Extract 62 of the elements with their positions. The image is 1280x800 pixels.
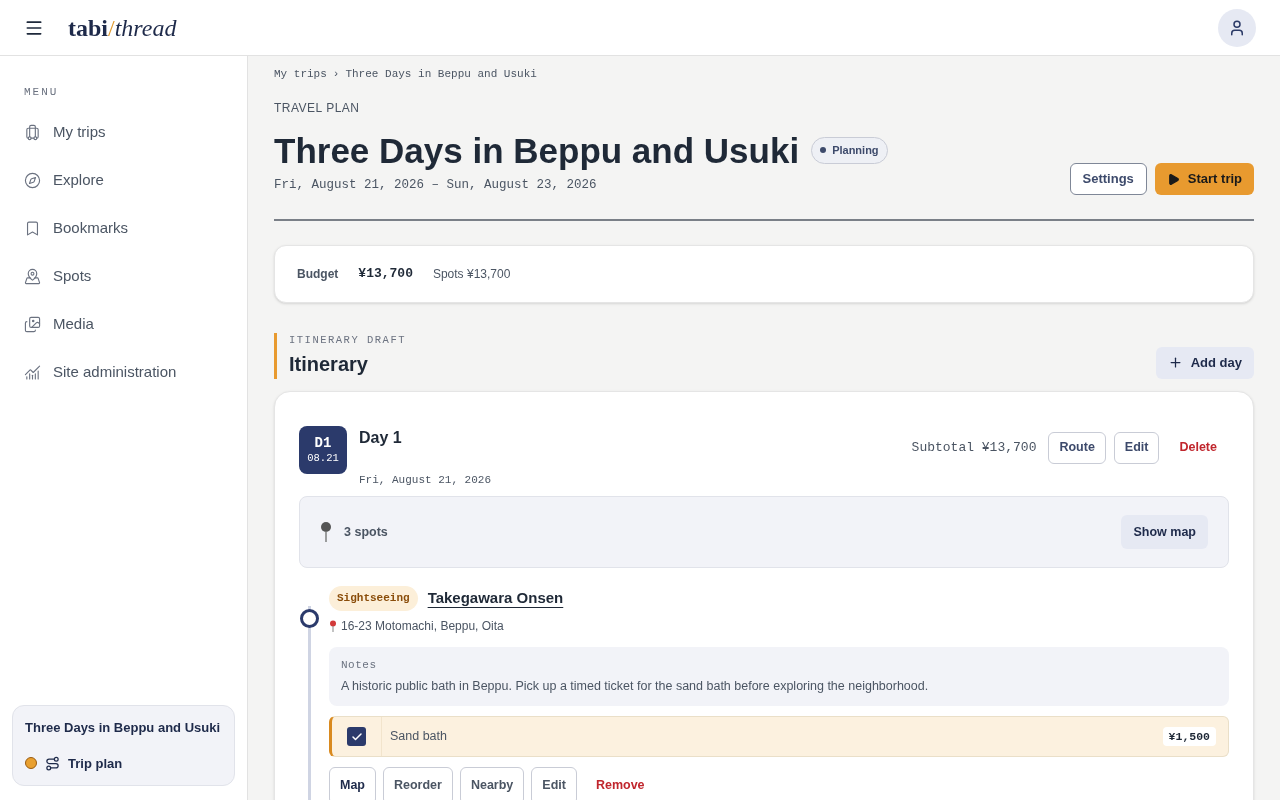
nav-icon xyxy=(24,172,41,189)
day-title: Day 1 xyxy=(359,427,403,448)
spot-action-button[interactable]: Edit xyxy=(531,767,577,800)
logo[interactable]: tabi/thread xyxy=(68,9,177,46)
sidebar-item[interactable]: Explore xyxy=(12,156,235,205)
remove-button[interactable]: Remove xyxy=(583,767,657,800)
trip-dates: Fri, August 21, 2026 – Sun, August 23, 2026 xyxy=(274,177,598,195)
status-badge: Planning xyxy=(811,137,888,164)
breadcrumb-link[interactable]: My trips xyxy=(274,66,327,83)
nav-icon xyxy=(24,220,41,237)
spots-count: 3 spots xyxy=(344,523,388,541)
notes-label: Notes xyxy=(341,657,378,673)
spot-name-link[interactable]: Takegawara Onsen xyxy=(427,587,564,610)
settings-button[interactable]: Settings xyxy=(1069,163,1147,195)
option-price: ¥1,500 xyxy=(1162,726,1216,747)
category-tag: Sightseeing xyxy=(329,586,418,611)
spot-address: 16-23 Motomachi, Beppu, Oita xyxy=(341,617,504,635)
day-action-button[interactable]: Route xyxy=(1048,431,1106,464)
sidebar-item[interactable]: Media xyxy=(12,300,235,349)
plus-icon xyxy=(1167,355,1183,371)
section-eyebrow: ITINERARY DRAFT xyxy=(289,333,406,348)
avatar-button[interactable] xyxy=(1218,8,1256,47)
page-title: Three Days in Beppu and Usuki xyxy=(274,129,800,172)
spot-action-button[interactable]: Nearby xyxy=(459,767,525,800)
notes-text: A historic public bath in Beppu. Pick up a timed ticket for the sand bath before exploring the neighborhood. xyxy=(341,678,930,696)
option-label: Sand bath xyxy=(390,728,447,746)
breadcrumb-current: Three Days in Beppu and Usuki xyxy=(345,67,537,82)
show-map-button[interactable]: Show map xyxy=(1121,515,1208,550)
play-icon xyxy=(1166,172,1180,186)
trip-name: Three Days in Beppu and Usuki xyxy=(25,719,222,737)
trip-plan-link[interactable]: Trip plan xyxy=(68,753,123,773)
budget-detail: Spots ¥13,700 xyxy=(432,266,511,283)
day-date: Fri, August 21, 2026 xyxy=(359,472,492,488)
nav-icon xyxy=(24,364,41,381)
page-eyebrow: TRAVEL PLAN xyxy=(274,99,361,117)
nav-icon xyxy=(24,124,41,141)
nav-icon xyxy=(24,268,41,285)
timeline-node xyxy=(300,609,319,629)
budget-total: ¥13,700 xyxy=(358,265,413,284)
day-badge: D1 08.21 xyxy=(299,425,347,474)
sidebar-item[interactable]: Bookmarks xyxy=(12,204,235,253)
pushpin-icon xyxy=(320,522,332,543)
delete-button[interactable]: Delete xyxy=(1167,431,1229,464)
menu-heading: MENU xyxy=(24,85,60,100)
section-title: Itinerary xyxy=(289,351,369,377)
day-subtotal: Subtotal ¥13,700 xyxy=(911,439,1037,457)
day-action-button[interactable]: Edit xyxy=(1113,431,1160,464)
option-checkbox[interactable] xyxy=(347,727,366,746)
start-trip-button[interactable]: Start trip xyxy=(1154,163,1254,195)
budget-label: Budget xyxy=(297,266,339,283)
sidebar-item[interactable]: My trips xyxy=(12,108,235,157)
sidebar-item[interactable]: Site administration xyxy=(12,348,235,397)
spot-action-button[interactable]: Map xyxy=(329,767,376,800)
add-day-button[interactable]: Add day xyxy=(1155,346,1254,379)
check-icon xyxy=(350,730,363,743)
user-icon xyxy=(1228,18,1246,37)
route-icon xyxy=(45,755,60,771)
map-pin-icon xyxy=(329,619,337,632)
sidebar-item[interactable]: Spots xyxy=(12,252,235,301)
nav-icon xyxy=(24,316,41,333)
spot-action-button[interactable]: Reorder xyxy=(383,767,453,800)
breadcrumb-separator: › xyxy=(332,67,340,82)
